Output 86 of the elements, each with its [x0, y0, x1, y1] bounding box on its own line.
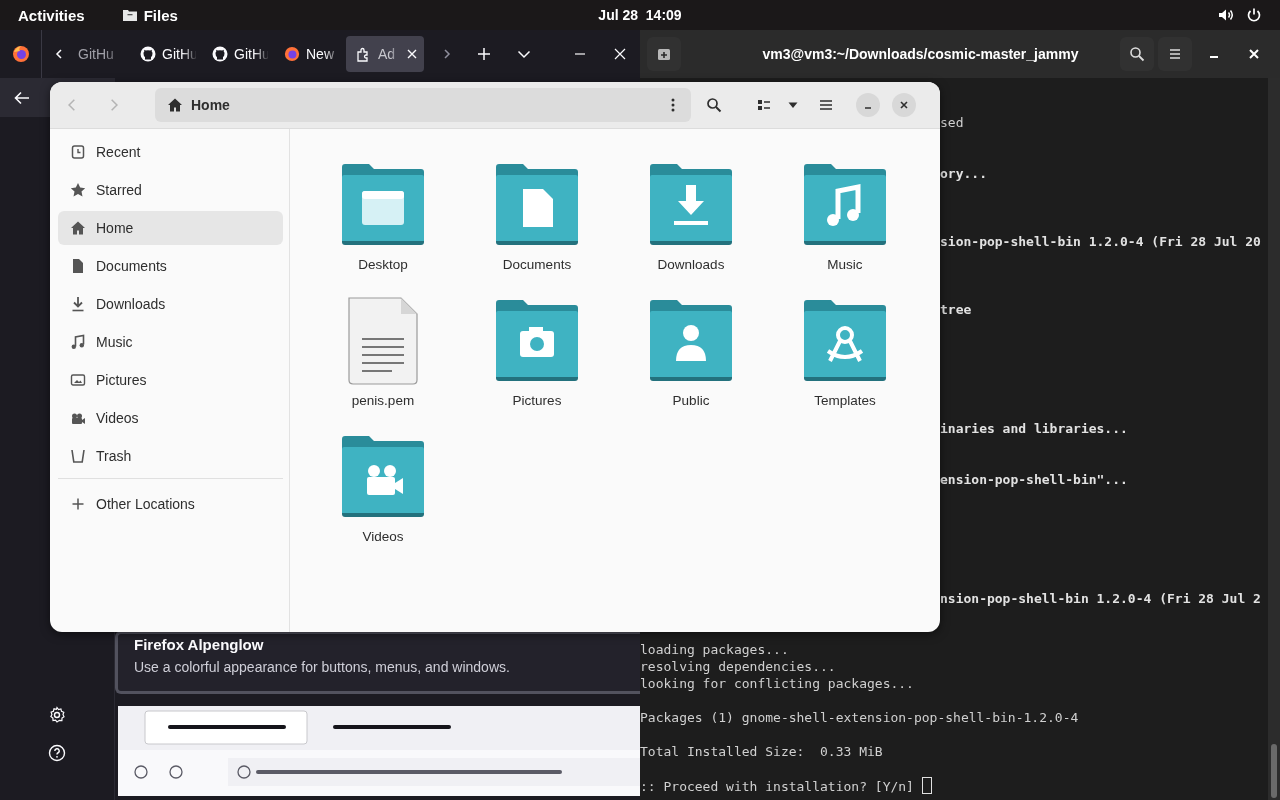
folder-icon	[121, 7, 138, 23]
close-icon	[898, 99, 910, 111]
close-button[interactable]	[892, 93, 916, 117]
chevron-right-icon	[441, 48, 453, 60]
browser-tab[interactable]: GitHu	[130, 36, 196, 72]
terminal-line: Total Installed Size: 0.33 MiB	[640, 744, 883, 759]
clock[interactable]: Jul 28 14:09	[598, 7, 682, 23]
close-icon[interactable]	[406, 48, 418, 60]
sidebar-item[interactable]: Pictures	[58, 363, 283, 397]
browser-tab[interactable]: Ad	[346, 36, 424, 72]
menu-icon	[1167, 46, 1183, 62]
text-cursor	[921, 777, 932, 794]
terminal-line: Packages (1) gnome-shell-extension-pop-shell-bin-1.2.0-4	[640, 710, 1079, 725]
file-name[interactable]: Templates	[814, 393, 876, 408]
search-icon	[1129, 46, 1145, 62]
theme-description: Use a colorful appearance for buttons, menus, and windows.	[134, 659, 511, 675]
trash-icon	[70, 448, 86, 464]
menu-button[interactable]	[1158, 37, 1192, 71]
theme-card[interactable]: Firefox Alpenglow Use a colorful appearance for buttons, menus, and windows.	[115, 631, 640, 694]
sidebar-item[interactable]: Trash	[58, 439, 283, 473]
sidebar-item[interactable]: Documents	[58, 249, 283, 283]
power-icon[interactable]	[1246, 7, 1262, 23]
terminal-line: looking for conflicting packages...	[640, 676, 914, 691]
list-view-icon	[756, 97, 772, 113]
terminal-line: sed	[940, 115, 964, 130]
close-icon	[613, 47, 627, 61]
file-name[interactable]: Music	[827, 257, 863, 272]
theme-title: Firefox Alpenglow	[134, 636, 265, 653]
menu-icon	[818, 97, 834, 113]
clock-icon	[70, 144, 86, 160]
help-icon[interactable]	[48, 744, 66, 762]
path-bar[interactable]: Home	[155, 88, 691, 122]
scrollbar[interactable]	[1268, 78, 1280, 800]
github-icon	[212, 46, 228, 62]
document-icon	[70, 258, 86, 274]
terminal-line: ension-pop-shell-bin"...	[940, 472, 1128, 487]
new-tab-button[interactable]	[647, 37, 681, 71]
sidebar-item[interactable]: Recent	[58, 135, 283, 169]
browser-tab[interactable]: GitHu	[76, 36, 126, 72]
other-locations-item[interactable]: Other Locations	[58, 487, 283, 521]
app-menu[interactable]: Files	[143, 6, 178, 24]
close-icon	[1248, 48, 1260, 60]
file-name[interactable]: Pictures	[512, 393, 562, 408]
file-name[interactable]: Public	[672, 393, 710, 408]
browser-tab[interactable]: New	[274, 36, 340, 72]
picture-icon	[70, 372, 86, 388]
sidebar-item[interactable]: Videos	[58, 401, 283, 435]
terminal-line: inaries and libraries...	[940, 421, 1128, 436]
path-label[interactable]: Home	[191, 97, 230, 113]
plus-icon	[477, 47, 491, 61]
plus-icon	[70, 496, 86, 512]
sidebar-item[interactable]: Downloads	[58, 287, 283, 321]
terminal-line: nsion-pop-shell-bin 1.2.0-4 (Fri 28 Jul 2	[940, 591, 1261, 606]
window-title: vm3@vm3:~/Downloads/cosmic-master_jammy	[761, 46, 1080, 62]
github-icon	[140, 46, 156, 62]
minimize-icon	[865, 106, 871, 109]
firefox-logo-icon[interactable]	[11, 45, 30, 63]
sidebar-item[interactable]: Starred	[58, 173, 283, 207]
music-note-icon	[70, 334, 86, 350]
file-name[interactable]: Desktop	[358, 257, 408, 272]
terminal-line: resolving dependencies...	[640, 659, 836, 674]
file-name[interactable]: Documents	[502, 257, 572, 272]
terminal-line: sion-pop-shell-bin 1.2.0-4 (Fri 28 Jul 20	[940, 234, 1261, 249]
file-name[interactable]: Downloads	[657, 257, 725, 272]
settings-icon[interactable]	[48, 706, 66, 724]
sidebar-item[interactable]: Music	[58, 325, 283, 359]
terminal-line: ory...	[940, 166, 987, 181]
home-icon	[70, 220, 86, 236]
activities-button[interactable]: Activities	[18, 6, 85, 24]
firefox-logo-icon	[284, 46, 300, 62]
chevron-left-icon	[53, 48, 65, 60]
download-icon	[70, 296, 86, 312]
minimize-icon	[1210, 56, 1218, 58]
home-icon	[167, 97, 183, 113]
search-icon	[706, 97, 722, 113]
file-name[interactable]: penis.pem	[351, 393, 415, 408]
terminal-prompt: :: Proceed with installation? [Y/n]	[640, 779, 914, 794]
file-name[interactable]: Videos	[362, 529, 404, 544]
search-button[interactable]	[1120, 37, 1154, 71]
browser-tab[interactable]: GitHu	[202, 36, 268, 72]
terminal-line: loading packages...	[640, 642, 789, 657]
sidebar-item[interactable]: Home	[58, 211, 283, 245]
new-tab-icon	[656, 46, 672, 62]
star-icon	[70, 182, 86, 198]
volume-icon[interactable]	[1218, 7, 1234, 23]
terminal-line: tree	[940, 302, 972, 317]
